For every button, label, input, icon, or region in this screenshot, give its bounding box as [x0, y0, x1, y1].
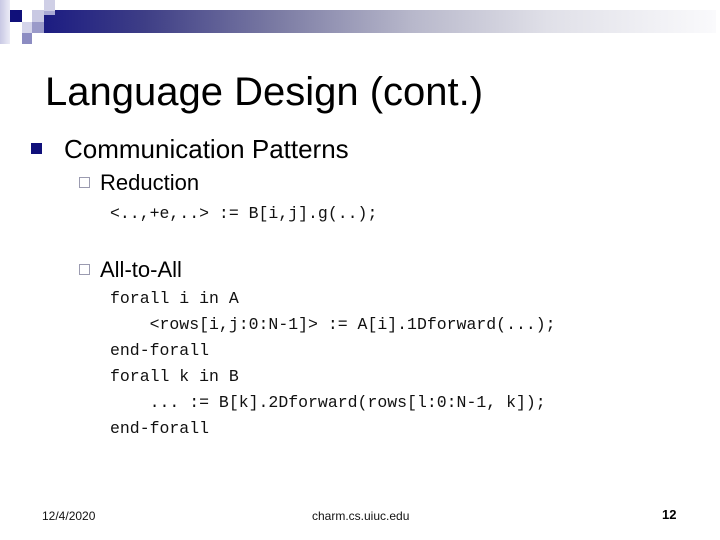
- decor-fade-column: [0, 0, 10, 44]
- filled-square-bullet-icon: [31, 143, 42, 154]
- decor-square-overlap: [44, 11, 55, 15]
- decor-square-bottom: [22, 33, 32, 44]
- subitem-text: Reduction: [100, 170, 200, 195]
- code-line: end-forall: [110, 341, 210, 360]
- hollow-square-bullet-icon: [79, 177, 90, 188]
- code-reduction: <..,+e,..> := B[i,j].g(..);: [110, 204, 378, 223]
- code-line: forall k in B: [110, 367, 239, 386]
- footer-date: 12/4/2020: [42, 509, 96, 523]
- decor-square-top: [44, 0, 55, 11]
- code-line: <rows[i,j:0:N-1]> := A[i].1Dforward(...)…: [110, 315, 556, 334]
- code-block-all-to-all: forall i in A <rows[i,j:0:N-1]> := A[i].…: [110, 289, 556, 438]
- bullet-text: Communication Patterns: [64, 134, 349, 164]
- header-gradient-bar: [44, 10, 716, 33]
- decor-square-light: [32, 10, 44, 22]
- code-line: forall i in A: [110, 289, 239, 308]
- hollow-square-bullet-icon: [79, 264, 90, 275]
- decor-square-pale: [22, 22, 32, 33]
- page-number: 12: [662, 507, 677, 522]
- slide-title: Language Design (cont.): [45, 70, 484, 114]
- footer-site: charm.cs.uiuc.edu: [312, 509, 410, 523]
- code-line: end-forall: [110, 419, 210, 438]
- decor-square-medium: [32, 22, 44, 33]
- code-line: ... := B[k].2Dforward(rows[l:0:N-1, k]);: [110, 393, 546, 412]
- decor-square-navy: [10, 10, 22, 22]
- subitem-text: All-to-All: [100, 257, 182, 282]
